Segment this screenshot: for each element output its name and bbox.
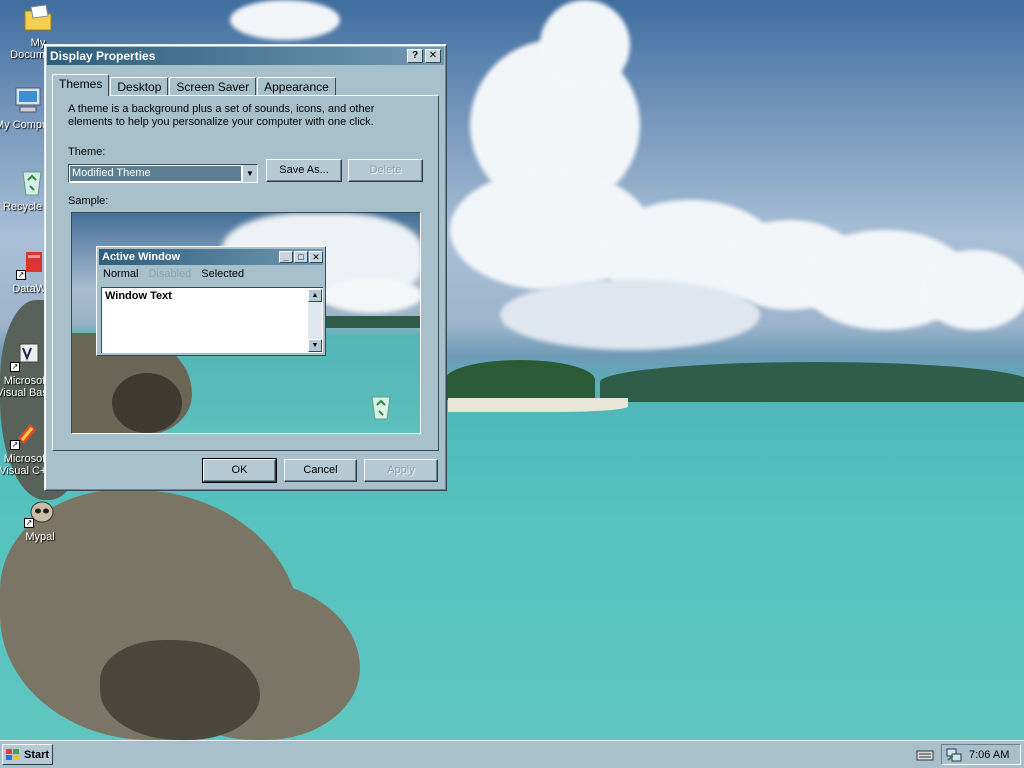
shortcut-arrow-icon: ↗ (24, 518, 34, 528)
shortcut-arrow-icon: ↗ (10, 362, 20, 372)
shortcut-arrow-icon: ↗ (10, 440, 20, 450)
sample-menu-bar: Normal Disabled Selected (97, 267, 325, 282)
desktop-icon-mypal[interactable]: ↗ Mypal (4, 496, 76, 543)
windows-logo-icon (5, 748, 21, 762)
sample-window-title: Active Window (102, 251, 181, 263)
sample-menu-normal: Normal (103, 268, 139, 280)
theme-sample-preview: Active Window _ □ ✕ Normal Disabled Sele… (71, 212, 421, 434)
sample-window-text-area: Window Text ▲ ▼ (101, 287, 323, 353)
tab-themes[interactable]: Themes (52, 74, 110, 96)
tab-desktop[interactable]: Desktop (110, 77, 169, 96)
theme-dropdown-value: Modified Theme (70, 166, 241, 181)
sample-scrollbar: ▲ ▼ (308, 289, 322, 352)
mypal-raccoon-icon: ↗ (24, 496, 56, 528)
dialog-title: Display Properties (50, 49, 156, 63)
maximize-icon: □ (294, 251, 308, 263)
tab-appearance[interactable]: Appearance (257, 77, 336, 96)
sample-menu-disabled: Disabled (148, 268, 192, 280)
scroll-down-icon: ▼ (308, 339, 322, 352)
network-icon[interactable] (945, 747, 963, 763)
tab-screen-saver[interactable]: Screen Saver (169, 77, 257, 96)
sample-window-titlebar: Active Window _ □ ✕ (99, 249, 323, 265)
visual-basic-icon: ↗ (10, 340, 42, 372)
visual-cpp-icon: ↗ (10, 418, 42, 450)
taskbar: Start 7:06 AM (0, 740, 1024, 768)
minimize-icon: _ (279, 251, 293, 263)
recycle-bin-icon (368, 393, 394, 421)
keyboard-icon[interactable] (916, 748, 934, 762)
theme-description: A theme is a background plus a set of so… (68, 103, 375, 128)
save-as-button[interactable]: Save As... (266, 159, 342, 182)
ok-button[interactable]: OK (202, 458, 277, 483)
cancel-button[interactable]: Cancel (284, 459, 357, 482)
clock[interactable]: 7:06 AM (969, 749, 1009, 761)
apply-button[interactable]: Apply (364, 459, 438, 482)
desktop-icon-label: Mypal (25, 531, 55, 543)
start-button[interactable]: Start (2, 744, 53, 765)
dialog-titlebar[interactable]: Display Properties ? ✕ (47, 47, 444, 65)
sample-label: Sample: (68, 195, 109, 207)
scroll-up-icon: ▲ (308, 289, 322, 302)
close-icon: ✕ (309, 251, 323, 263)
shortcut-arrow-icon: ↗ (16, 270, 26, 280)
computer-icon (12, 84, 44, 116)
theme-label: Theme: (68, 146, 106, 158)
start-label: Start (24, 748, 50, 761)
theme-dropdown[interactable]: Modified Theme ▼ (68, 164, 258, 183)
system-tray: 7:06 AM (941, 744, 1021, 765)
sample-menu-selected: Selected (201, 268, 245, 280)
chevron-down-icon[interactable]: ▼ (242, 165, 257, 182)
sample-active-window: Active Window _ □ ✕ Normal Disabled Sele… (96, 246, 326, 356)
delete-button[interactable]: Delete (348, 159, 423, 182)
close-button[interactable]: ✕ (425, 49, 441, 63)
sample-window-text: Window Text (105, 290, 172, 302)
tab-strip: Themes Desktop Screen Saver Appearance (52, 74, 337, 96)
help-button[interactable]: ? (407, 49, 423, 63)
folder-icon (22, 2, 54, 34)
